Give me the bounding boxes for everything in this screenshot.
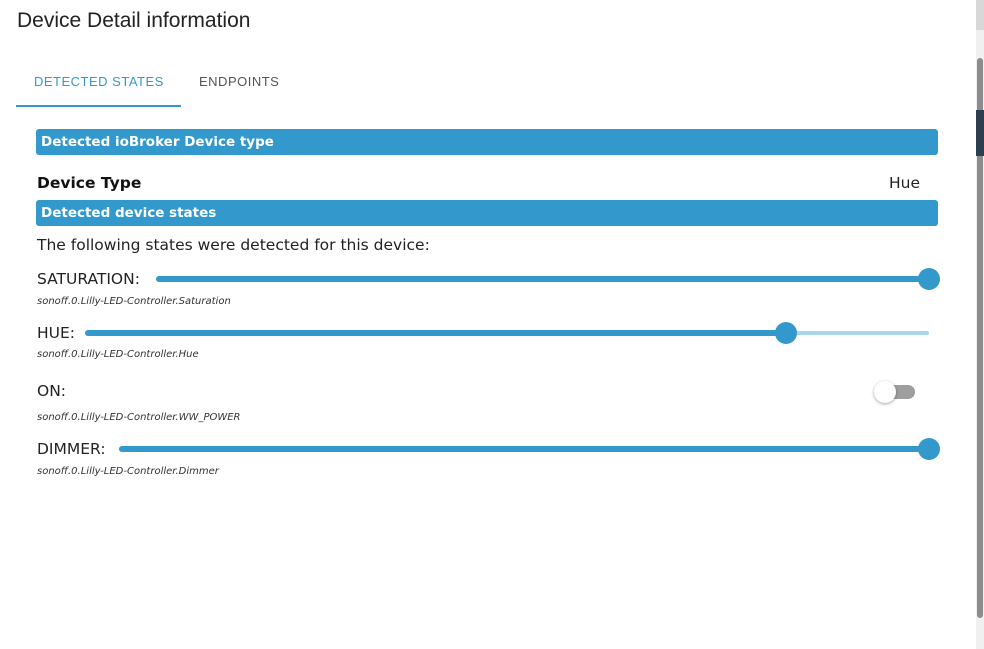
hue-state-id: sonoff.0.Lilly-LED-Controller.Hue — [37, 349, 199, 360]
on-state-id: sonoff.0.Lilly-LED-Controller.WW_POWER — [37, 412, 241, 423]
power-toggle-switch[interactable] — [874, 381, 918, 405]
hue-label: HUE: — [37, 324, 76, 342]
dimmer-state-id: sonoff.0.Lilly-LED-Controller.Dimmer — [37, 466, 219, 477]
background-window-edge — [976, 110, 984, 156]
slider-thumb[interactable] — [775, 322, 798, 344]
slider-track — [156, 276, 929, 282]
slider-track — [85, 330, 787, 336]
scrollbar-top-area — [976, 0, 984, 30]
device-type-section-header: Detected ioBroker Device type — [36, 129, 938, 155]
hue-slider[interactable] — [85, 322, 929, 344]
on-label: ON: — [37, 382, 67, 400]
device-states-section-header: Detected device states — [36, 200, 938, 226]
states-intro-text: The following states were detected for t… — [37, 236, 430, 254]
active-tab-indicator — [16, 105, 181, 107]
saturation-state-id: sonoff.0.Lilly-LED-Controller.Saturation — [37, 296, 231, 307]
device-detail-dialog: Device Detail information DETECTED STATE… — [0, 0, 976, 649]
slider-thumb[interactable] — [918, 268, 940, 290]
switch-thumb[interactable] — [874, 381, 896, 403]
saturation-label: SATURATION: — [37, 270, 140, 288]
tab-detected-states[interactable]: DETECTED STATES — [34, 74, 164, 89]
device-type-label: Device Type — [37, 174, 142, 192]
tab-endpoints[interactable]: ENDPOINTS — [199, 74, 279, 89]
dimmer-slider[interactable] — [119, 438, 940, 460]
page-scrollbar[interactable] — [976, 0, 984, 649]
saturation-slider[interactable] — [156, 268, 940, 290]
slider-track — [119, 446, 929, 452]
dialog-title: Device Detail information — [17, 9, 251, 32]
slider-thumb[interactable] — [918, 438, 940, 460]
dimmer-label: DIMMER: — [37, 440, 106, 458]
device-type-value: Hue — [888, 174, 920, 192]
